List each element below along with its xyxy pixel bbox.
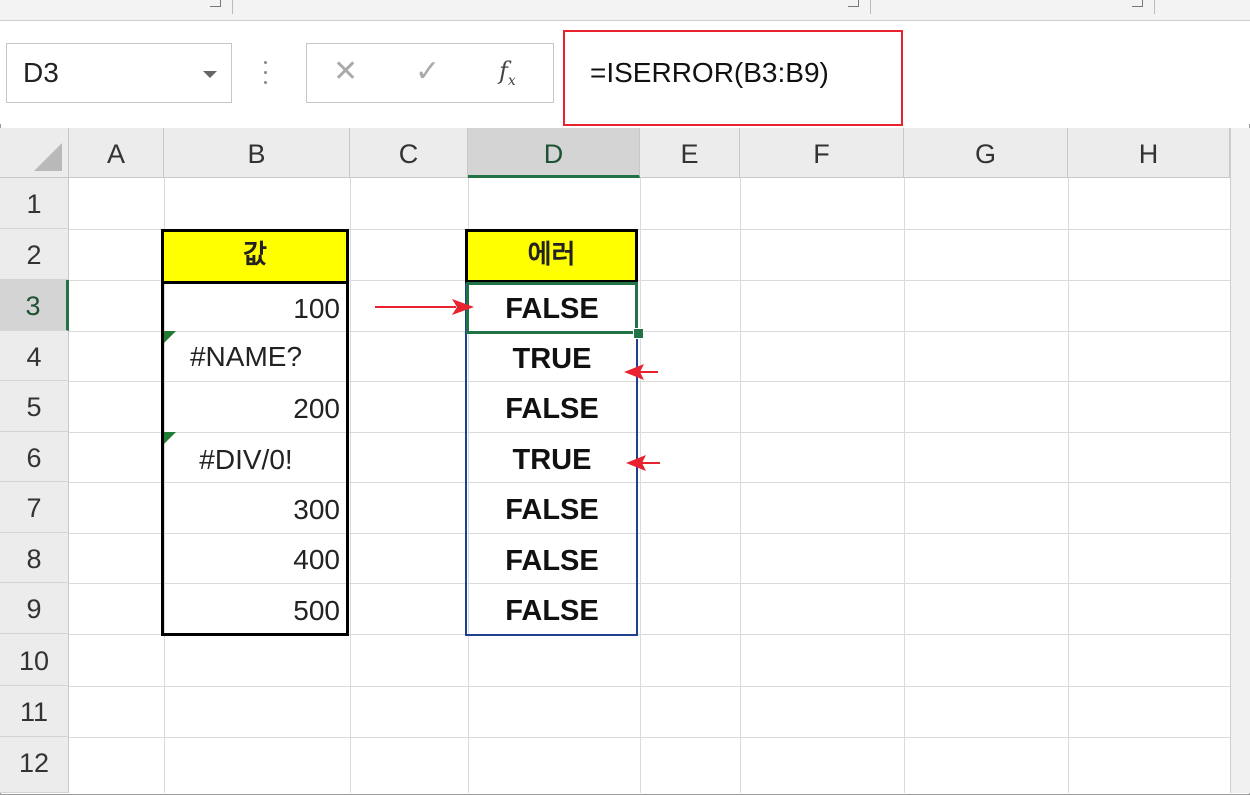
ribbon-separator [870, 0, 871, 14]
group-launcher-icon[interactable] [210, 0, 221, 7]
column-header-e[interactable]: E [640, 128, 740, 178]
enter-icon[interactable]: ✓ [415, 54, 440, 89]
vertical-scrollbar[interactable] [1230, 128, 1250, 793]
gridline [69, 686, 1230, 687]
error-indicator-icon[interactable] [164, 331, 176, 343]
ribbon-separator [1154, 0, 1155, 14]
row-header-9[interactable]: 9 [0, 583, 69, 634]
gridline [69, 737, 1230, 738]
gridline [1068, 178, 1069, 793]
group-launcher-icon[interactable] [1132, 0, 1143, 7]
row-header-2[interactable]: 2 [0, 229, 69, 280]
cell-b4[interactable]: #NAME? [164, 331, 348, 381]
row-header-3[interactable]: 3 [0, 280, 69, 331]
cell-d8[interactable]: FALSE [468, 533, 636, 583]
chevron-down-icon[interactable] [203, 71, 217, 78]
column-header-g[interactable]: G [904, 128, 1068, 178]
column-header-h[interactable]: H [1068, 128, 1230, 178]
ribbon-strip [0, 0, 1250, 21]
name-box-value: D3 [23, 57, 59, 88]
name-box[interactable]: D3 [6, 43, 232, 103]
cell-d6[interactable]: TRUE [468, 432, 636, 482]
cell-b5[interactable]: 200 [164, 381, 348, 432]
formula-bar: D3 ✕ ✓ fx =ISERROR(B3:B9) [0, 21, 1250, 126]
row-header-12[interactable]: 12 [0, 737, 69, 793]
select-all-button[interactable] [0, 128, 69, 178]
cell-b3[interactable]: 100 [164, 283, 348, 331]
column-header-d[interactable]: D [468, 128, 640, 178]
gridline [740, 178, 741, 793]
column-header-f[interactable]: F [740, 128, 904, 178]
cell-b6[interactable]: #DIV/0! [164, 432, 348, 482]
cell-d9[interactable]: FALSE [468, 583, 636, 634]
gridline [350, 178, 351, 793]
row-header-1[interactable]: 1 [0, 178, 69, 229]
cell-d7[interactable]: FALSE [468, 482, 636, 533]
cell-d5[interactable]: FALSE [468, 381, 636, 432]
column-header-b[interactable]: B [164, 128, 350, 178]
ribbon-separator [232, 0, 233, 14]
row-header-7[interactable]: 7 [0, 482, 69, 533]
drag-handle-icon[interactable] [264, 61, 268, 87]
formula-highlight-box [563, 30, 903, 126]
cell-d2-header[interactable]: 에러 [466, 230, 637, 281]
cell-b9[interactable]: 500 [164, 583, 348, 634]
row-header-6[interactable]: 6 [0, 432, 69, 482]
cell-b8[interactable]: 400 [164, 533, 348, 583]
fill-handle[interactable] [633, 328, 644, 339]
cell-d3[interactable]: FALSE [468, 283, 636, 331]
formula-buttons: ✕ ✓ fx [306, 43, 554, 103]
error-indicator-icon[interactable] [164, 432, 176, 444]
row-header-8[interactable]: 8 [0, 533, 69, 583]
row-header-4[interactable]: 4 [0, 331, 69, 381]
row-header-10[interactable]: 10 [0, 634, 69, 686]
cell-b6-value: #DIV/0! [199, 444, 293, 475]
row-header-11[interactable]: 11 [0, 686, 69, 737]
cell-d4[interactable]: TRUE [468, 331, 636, 381]
column-header-c[interactable]: C [350, 128, 468, 178]
group-launcher-icon[interactable] [848, 0, 859, 7]
header-underline [161, 281, 349, 284]
cell-b4-value: #NAME? [189, 341, 303, 372]
gridline [640, 178, 641, 793]
cancel-icon[interactable]: ✕ [333, 54, 358, 89]
cell-b2-header[interactable]: 값 [162, 230, 348, 281]
column-header-a[interactable]: A [69, 128, 164, 178]
insert-function-icon[interactable]: fx [499, 57, 516, 89]
gridline [69, 634, 1230, 635]
cell-b7[interactable]: 300 [164, 482, 348, 533]
gridline [904, 178, 905, 793]
row-header-5[interactable]: 5 [0, 381, 69, 432]
